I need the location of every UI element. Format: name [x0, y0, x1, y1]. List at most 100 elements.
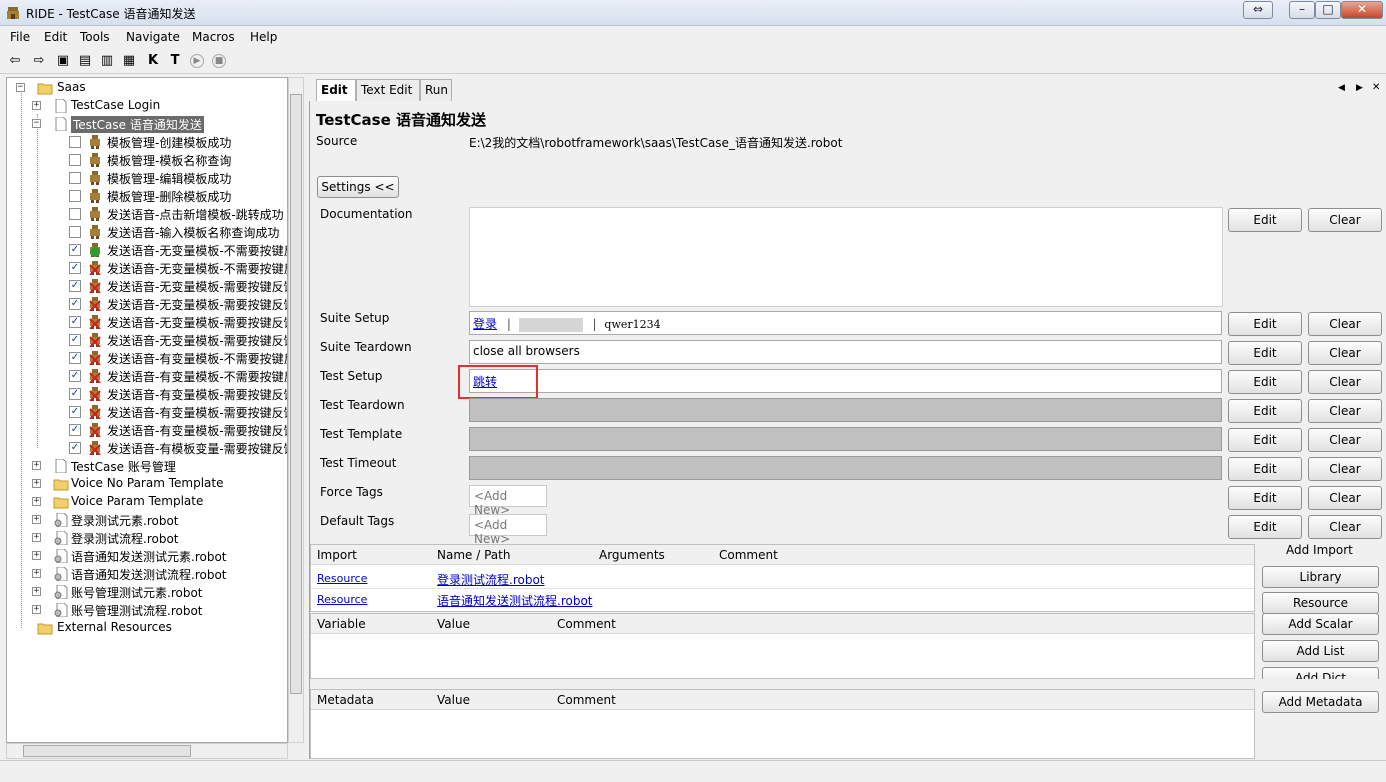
expand-icon[interactable]: +	[32, 569, 41, 578]
tab-edit[interactable]: Edit	[316, 79, 356, 101]
test-setup-clear-button[interactable]: Clear	[1308, 370, 1382, 394]
menu-edit[interactable]: Edit	[44, 30, 67, 44]
test-checkbox[interactable]: ✓	[69, 370, 81, 382]
tree-test-item[interactable]: 发送语音-输入模板名称查询成功	[7, 223, 287, 241]
search-tests-icon[interactable]: T	[166, 52, 184, 70]
collapse-icon[interactable]: −	[32, 119, 41, 128]
suite-setup-clear-button[interactable]: Clear	[1308, 312, 1382, 336]
test-checkbox[interactable]	[69, 190, 81, 202]
expand-icon[interactable]: +	[32, 587, 41, 596]
default-tags-edit-button[interactable]: Edit	[1228, 515, 1302, 539]
search-keywords-icon[interactable]: K	[144, 52, 162, 70]
add-scalar-button[interactable]: Add Scalar	[1262, 613, 1379, 635]
documentation-edit-button[interactable]: Edit	[1228, 208, 1302, 232]
project-tree[interactable]: − Saas + TestCase Login − TestCase 语音通知发送 模板管理…	[6, 77, 288, 743]
expand-icon[interactable]: +	[32, 515, 41, 524]
test-checkbox[interactable]: ✓	[69, 406, 81, 418]
tree-item[interactable]: + 账号管理测试流程.robot	[7, 601, 287, 619]
add-list-button[interactable]: Add List	[1262, 640, 1379, 662]
restore-window-button[interactable]: ⇔	[1243, 1, 1273, 19]
test-teardown-edit-button[interactable]: Edit	[1228, 399, 1302, 423]
force-tags-clear-button[interactable]: Clear	[1308, 486, 1382, 510]
tree-test-item[interactable]: ✓ 发送语音-有变量模板-不需要按键反	[7, 367, 287, 385]
expand-icon[interactable]: +	[32, 101, 41, 110]
test-timeout-field[interactable]	[469, 456, 1222, 480]
force-tags-edit-button[interactable]: Edit	[1228, 486, 1302, 510]
tree-test-item[interactable]: ✓ 发送语音-有变量模板-不需要按键反	[7, 349, 287, 367]
test-checkbox[interactable]: ✓	[69, 442, 81, 454]
menu-help[interactable]: Help	[250, 30, 277, 44]
test-checkbox[interactable]: ✓	[69, 280, 81, 292]
tree-external-resources[interactable]: External Resources	[7, 619, 287, 637]
force-tags-add-new[interactable]: <Add New>	[469, 485, 547, 517]
tree-test-item[interactable]: ✓ 发送语音-无变量模板-不需要按键反	[7, 259, 287, 277]
forward-arrow-icon[interactable]: ⇨	[30, 52, 48, 70]
documentation-clear-button[interactable]: Clear	[1308, 208, 1382, 232]
save-all-icon[interactable]: ▦	[120, 52, 138, 70]
tree-test-item[interactable]: ✓ 发送语音-无变量模板-不需要按键反	[7, 241, 287, 259]
expand-icon[interactable]: +	[32, 605, 41, 614]
expand-icon[interactable]: +	[32, 533, 41, 542]
suite-teardown-field[interactable]: close all browsers	[469, 340, 1222, 364]
test-teardown-clear-button[interactable]: Clear	[1308, 399, 1382, 423]
suite-setup-edit-button[interactable]: Edit	[1228, 312, 1302, 336]
test-timeout-edit-button[interactable]: Edit	[1228, 457, 1302, 481]
tree-test-item[interactable]: 发送语音-点击新增模板-跳转成功	[7, 205, 287, 223]
tree-test-item[interactable]: ✓ 发送语音-无变量模板-需要按键反馈	[7, 277, 287, 295]
open-directory-icon[interactable]: ▣	[54, 52, 72, 70]
tree-item[interactable]: + 语音通知发送测试流程.robot	[7, 565, 287, 583]
tree-test-item[interactable]: ✓ 发送语音-有模板变量-需要按键反馈	[7, 439, 287, 457]
add-library-button[interactable]: Library	[1262, 566, 1379, 588]
expand-icon[interactable]: +	[32, 551, 41, 560]
expand-icon[interactable]: +	[32, 479, 41, 488]
test-checkbox[interactable]	[69, 154, 81, 166]
menu-file[interactable]: File	[10, 30, 30, 44]
save-icon[interactable]: ▥	[98, 52, 116, 70]
tab-close-icon[interactable]: ✕	[1372, 82, 1380, 93]
import-type-link[interactable]: Resource	[317, 572, 367, 585]
suite-teardown-clear-button[interactable]: Clear	[1308, 341, 1382, 365]
tab-scroll-right-icon[interactable]: ▶	[1356, 83, 1363, 93]
test-checkbox[interactable]: ✓	[69, 334, 81, 346]
suite-setup-field[interactable]: 登录 | | qwer1234	[469, 311, 1222, 335]
tree-item[interactable]: + Voice Param Template	[7, 493, 287, 511]
default-tags-add-new[interactable]: <Add New>	[469, 514, 547, 546]
test-checkbox[interactable]: ✓	[69, 316, 81, 328]
import-name-link[interactable]: 登录测试流程.robot	[437, 571, 545, 588]
menu-tools[interactable]: Tools	[80, 30, 110, 44]
test-checkbox[interactable]	[69, 208, 81, 220]
tab-scroll-left-icon[interactable]: ◀	[1338, 83, 1345, 93]
tree-test-item[interactable]: ✓ 发送语音-无变量模板-需要按键反馈	[7, 313, 287, 331]
tree-test-item[interactable]: 模板管理-创建模板成功	[7, 133, 287, 151]
test-checkbox[interactable]: ✓	[69, 352, 81, 364]
minimize-button[interactable]: –	[1289, 1, 1315, 19]
test-checkbox[interactable]	[69, 226, 81, 238]
test-checkbox[interactable]: ✓	[69, 244, 81, 256]
add-dict-button[interactable]: Add Dict	[1262, 667, 1379, 679]
default-tags-clear-button[interactable]: Clear	[1308, 515, 1382, 539]
expand-icon[interactable]: +	[32, 497, 41, 506]
suite-teardown-edit-button[interactable]: Edit	[1228, 341, 1302, 365]
tree-test-item[interactable]: ✓ 发送语音-有变量模板-需要按键反馈	[7, 403, 287, 421]
tree-item[interactable]: + TestCase 账号管理	[7, 457, 287, 475]
scroll-thumb[interactable]	[290, 94, 302, 694]
tree-item[interactable]: + 账号管理测试元素.robot	[7, 583, 287, 601]
test-checkbox[interactable]: ✓	[69, 388, 81, 400]
suite-setup-keyword[interactable]: 登录	[473, 317, 497, 331]
back-arrow-icon[interactable]: ⇦	[6, 52, 24, 70]
test-setup-field[interactable]: 跳转	[469, 369, 1222, 393]
test-checkbox[interactable]	[69, 136, 81, 148]
import-type-link[interactable]: Resource	[317, 593, 367, 606]
test-teardown-field[interactable]	[469, 398, 1222, 422]
stop-icon[interactable]: ■	[212, 54, 226, 68]
tree-item[interactable]: + TestCase Login	[7, 97, 287, 115]
tree-item[interactable]: + 登录测试元素.robot	[7, 511, 287, 529]
test-checkbox[interactable]: ✓	[69, 424, 81, 436]
tree-test-item[interactable]: ✓ 发送语音-无变量模板-需要按键反馈	[7, 331, 287, 349]
tree-test-item[interactable]: ✓ 发送语音-有变量模板-需要按键反馈	[7, 385, 287, 403]
test-setup-edit-button[interactable]: Edit	[1228, 370, 1302, 394]
test-template-field[interactable]	[469, 427, 1222, 451]
tree-test-item[interactable]: 模板管理-模板名称查询	[7, 151, 287, 169]
tree-item[interactable]: + 登录测试流程.robot	[7, 529, 287, 547]
add-metadata-button[interactable]: Add Metadata	[1262, 691, 1379, 713]
